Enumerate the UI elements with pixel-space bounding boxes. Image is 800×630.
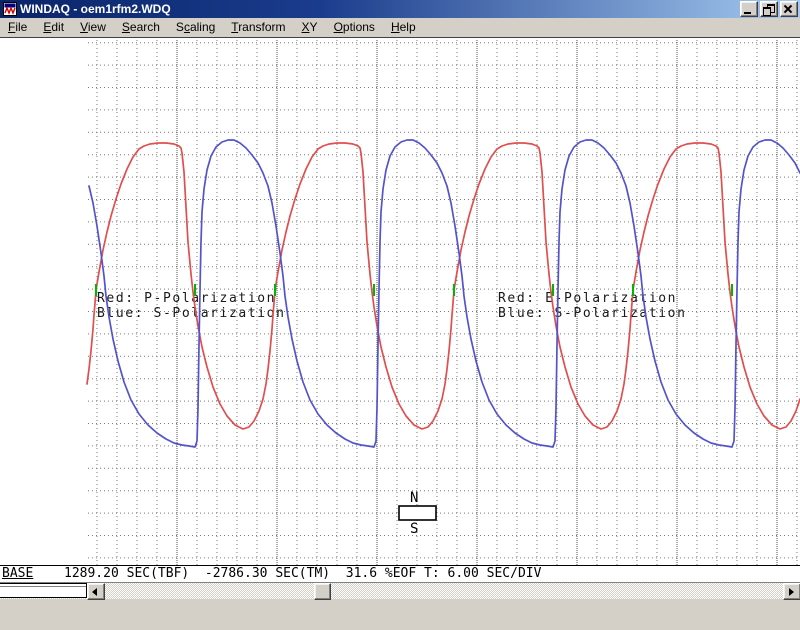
magnet-north-label: N xyxy=(410,490,418,506)
event-marker-box xyxy=(0,583,87,598)
window-title: WINDAQ - oem1rfm2.WDQ xyxy=(20,0,740,18)
left-arrow-icon xyxy=(92,588,97,596)
menu-item-options[interactable]: Options xyxy=(326,18,383,37)
annotation-left-line1: Red: P-Polarization xyxy=(97,291,276,306)
menu-item-xy[interactable]: XY xyxy=(294,18,326,37)
status-bar: BASE 1289.20 SEC(TBF) -2786.30 SEC(TM) 3… xyxy=(0,565,800,582)
menu-item-view[interactable]: View xyxy=(72,18,114,37)
scroll-left-button[interactable] xyxy=(87,583,105,600)
horizontal-scrollbar[interactable] xyxy=(0,582,800,599)
menu-item-edit[interactable]: Edit xyxy=(35,18,72,37)
waveform-area[interactable]: Red: P-PolarizationBlue: S-PolarizationR… xyxy=(0,38,800,565)
right-arrow-icon xyxy=(789,588,794,596)
status-base-label: BASE xyxy=(2,566,33,582)
title-bar[interactable]: WINDAQ - oem1rfm2.WDQ xyxy=(0,0,800,18)
windaq-logo-icon xyxy=(3,2,17,16)
annotation-right-line1: Red: E-Polarization xyxy=(498,291,677,306)
trace-p-polarization xyxy=(87,143,800,429)
menu-item-help[interactable]: Help xyxy=(383,18,424,37)
scrollbar-thumb[interactable] xyxy=(314,583,331,600)
menu-item-scaling[interactable]: Scaling xyxy=(168,18,223,37)
restore-button[interactable] xyxy=(760,1,778,17)
status-readout: 1289.20 SEC(TBF) -2786.30 SEC(TM) 31.6 %… xyxy=(64,566,541,582)
annotation-left-line2: Blue: S-Polarization xyxy=(97,306,286,321)
menu-bar: FileEditViewSearchScalingTransformXYOpti… xyxy=(0,18,800,38)
menu-item-file[interactable]: File xyxy=(0,18,35,37)
magnet-bar xyxy=(399,506,436,520)
magnet-south-label: S xyxy=(410,521,418,537)
annotation-right-line2: Blue: S-Polarization xyxy=(498,306,687,321)
menu-item-search[interactable]: Search xyxy=(114,18,168,37)
minimize-icon xyxy=(744,12,751,14)
minimize-button[interactable] xyxy=(740,1,758,17)
scroll-right-button[interactable] xyxy=(783,583,800,600)
windaq-window: WINDAQ - oem1rfm2.WDQ FileEditViewSearch… xyxy=(0,0,800,600)
menu-item-transform[interactable]: Transform xyxy=(223,18,293,37)
close-button[interactable] xyxy=(780,1,798,17)
waveform-canvas[interactable]: Red: P-PolarizationBlue: S-PolarizationR… xyxy=(0,38,800,565)
